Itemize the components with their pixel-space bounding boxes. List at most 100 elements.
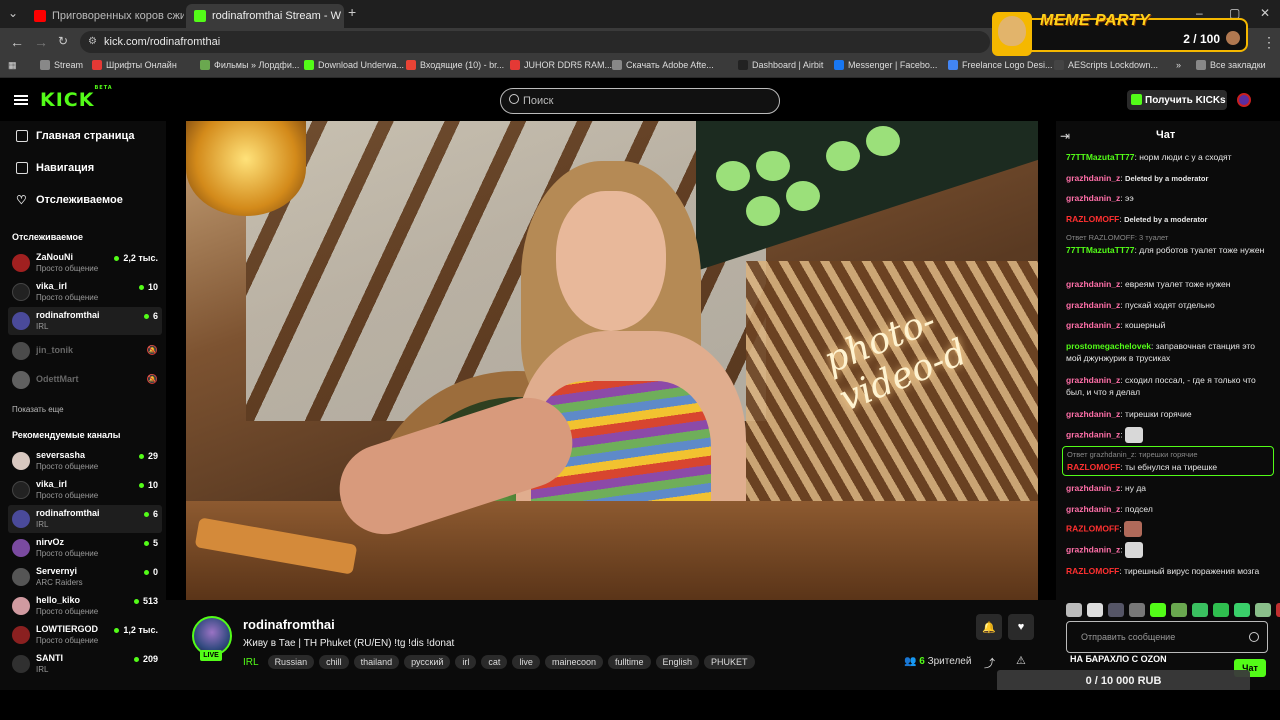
channel-category: Просто общение: [36, 607, 99, 616]
bookmark-8[interactable]: Dashboard | Airbit: [738, 60, 823, 70]
tag-chip[interactable]: chill: [319, 655, 349, 669]
site-info-icon[interactable]: ⚙: [88, 36, 97, 47]
folder-icon: [1196, 60, 1206, 70]
chat-username[interactable]: 77TTMazutaTT77: [1066, 245, 1135, 255]
chat-username[interactable]: grazhdanin_z: [1066, 173, 1120, 183]
emote-icon[interactable]: [1129, 603, 1145, 617]
chat-username[interactable]: grazhdanin_z: [1066, 375, 1120, 385]
emote-icon[interactable]: [1276, 603, 1280, 617]
bookmark-favicon: [612, 60, 622, 70]
emote-icon[interactable]: [1066, 603, 1082, 617]
tag-chip[interactable]: русский: [404, 655, 451, 669]
sidebar-rec-hello-kiko[interactable]: hello_kiko Просто общение 513: [8, 592, 162, 620]
emote-icon[interactable]: [1255, 603, 1271, 617]
sidebar-rec-rodinafromthai[interactable]: rodinafromthai IRL 6: [8, 505, 162, 533]
chat-username[interactable]: grazhdanin_z: [1066, 409, 1120, 419]
tag-chip[interactable]: cat: [481, 655, 508, 669]
chat-username[interactable]: grazhdanin_z: [1066, 504, 1120, 514]
forward-icon[interactable]: →: [34, 34, 48, 50]
video-player[interactable]: photo-video-d: [186, 121, 1038, 600]
kick-logo[interactable]: KICKBETA: [40, 85, 113, 111]
sidebar-rec-seversasha[interactable]: seversasha Просто общение 29: [8, 447, 162, 475]
search-input[interactable]: Поиск: [500, 88, 780, 114]
browser-tab-1[interactable]: Приговоренных коров сжига ✕: [26, 4, 184, 28]
sidebar-rec-lowtiergod[interactable]: LOWTIERGOD Просто общение 1,2 тыс.: [8, 621, 162, 649]
sidebar-rec-servernyi[interactable]: Servernyi ARC Raiders 0: [8, 563, 162, 591]
tag-chip[interactable]: thailand: [353, 655, 400, 669]
tag-chip[interactable]: English: [655, 655, 700, 669]
bookmark-7[interactable]: Скачать Adobe Afte...: [612, 60, 714, 70]
bookmark-1[interactable]: Stream: [40, 60, 83, 70]
close-window-button[interactable]: ✕: [1260, 6, 1270, 20]
browser-menu-icon[interactable]: ⋮: [1262, 34, 1276, 51]
new-tab-button[interactable]: +: [348, 4, 356, 20]
get-kicks-button[interactable]: Получить KICKs: [1127, 90, 1227, 110]
all-bookmarks[interactable]: Все закладки: [1196, 60, 1266, 70]
chat-username[interactable]: prostomegachelovek: [1066, 341, 1151, 351]
chat-username[interactable]: grazhdanin_z: [1066, 483, 1120, 493]
stream-category-link[interactable]: IRL: [243, 657, 259, 668]
back-icon[interactable]: ←: [10, 34, 24, 50]
collapse-chat-icon[interactable]: ⇥: [1060, 129, 1070, 143]
address-bar[interactable]: ⚙ kick.com/rodinafromthai: [80, 31, 990, 53]
user-avatar[interactable]: [1237, 93, 1251, 107]
emote-icon[interactable]: [1192, 603, 1208, 617]
tag-chip[interactable]: live: [512, 655, 540, 669]
chat-username[interactable]: grazhdanin_z: [1066, 279, 1120, 289]
apps-icon[interactable]: ▦: [8, 60, 17, 71]
bookmark-3[interactable]: Фильмы » Лордфи...: [200, 60, 299, 70]
bookmark-5[interactable]: Входящие (10) - br...: [406, 60, 504, 70]
sidebar-rec-nirvoz[interactable]: nirvOz Просто общение 5: [8, 534, 162, 562]
chat-username[interactable]: grazhdanin_z: [1066, 193, 1120, 203]
tag-chip[interactable]: mainecoon: [544, 655, 603, 669]
report-icon[interactable]: ⚠: [1016, 654, 1026, 667]
sidebar-nav-browse[interactable]: Навигация: [16, 162, 94, 174]
streamer-name[interactable]: rodinafromthai: [243, 617, 335, 632]
sidebar-rec-santi[interactable]: SANTI IRL 209: [8, 650, 162, 678]
chat-username[interactable]: RAZLOMOFF: [1066, 214, 1119, 224]
chat-username[interactable]: 77TTMazutaTT77: [1066, 152, 1135, 162]
share-icon[interactable]: ⤴: [984, 655, 995, 671]
chat-username[interactable]: RAZLOMOFF: [1066, 566, 1119, 576]
emoji-picker-icon[interactable]: [1249, 632, 1259, 642]
sidebar-rec-vika-irl[interactable]: vika_irl Просто общение 10: [8, 476, 162, 504]
emote-icon[interactable]: [1171, 603, 1187, 617]
sidebar-channel-jin-tonik[interactable]: jin_tonik 🔕: [8, 337, 162, 365]
emote-icon[interactable]: [1213, 603, 1229, 617]
sidebar-channel-rodinafromthai[interactable]: rodinafromthai IRL 6: [8, 307, 162, 335]
bookmark-10[interactable]: Freelance Logo Desi...: [948, 60, 1053, 70]
tag-chip[interactable]: irl: [455, 655, 477, 669]
chat-username[interactable]: RAZLOMOFF: [1067, 462, 1120, 472]
sidebar-channel-odettmart[interactable]: OdettMart 🔕: [8, 366, 162, 394]
tag-chip[interactable]: Russian: [267, 655, 315, 669]
emote-icon[interactable]: [1150, 603, 1166, 617]
browser-tab-2[interactable]: rodinafromthai Stream - W 🔊 ✕: [186, 4, 344, 28]
chat-message-input[interactable]: Отправить сообщение: [1066, 621, 1268, 653]
tag-chip[interactable]: PHUKET: [704, 655, 755, 669]
menu-icon[interactable]: [14, 95, 28, 105]
tab-search-icon[interactable]: ⌄: [8, 6, 18, 20]
follow-button[interactable]: ♥: [1008, 614, 1034, 640]
bookmark-2[interactable]: Шрифты Онлайн: [92, 60, 177, 70]
bookmark-9[interactable]: Messenger | Facebo...: [834, 60, 937, 70]
sidebar-channel-vika-irl[interactable]: vika_irl Просто общение 10: [8, 278, 162, 306]
emote-icon[interactable]: [1108, 603, 1124, 617]
bookmark-4[interactable]: Download Underwa...: [304, 60, 404, 70]
notification-bell-button[interactable]: 🔔: [976, 614, 1002, 640]
chat-username[interactable]: RAZLOMOFF: [1066, 523, 1119, 533]
chat-username[interactable]: grazhdanin_z: [1066, 429, 1120, 439]
bookmark-11[interactable]: AEScripts Lockdown...: [1054, 60, 1158, 70]
chat-username[interactable]: grazhdanin_z: [1066, 544, 1120, 554]
more-bookmarks-icon[interactable]: »: [1176, 60, 1181, 70]
sidebar-nav-following[interactable]: ♡ Отслеживаемое: [16, 194, 123, 206]
chat-username[interactable]: grazhdanin_z: [1066, 300, 1120, 310]
reload-icon[interactable]: ↻: [58, 34, 68, 48]
emote-icon[interactable]: [1234, 603, 1250, 617]
emote-icon[interactable]: [1087, 603, 1103, 617]
show-more-link[interactable]: Показать еще: [12, 405, 64, 414]
tag-chip[interactable]: fulltime: [607, 655, 651, 669]
sidebar-channel-zanouni[interactable]: ZaNouNi Просто общение 2,2 тыс.: [8, 249, 162, 277]
chat-username[interactable]: grazhdanin_z: [1066, 320, 1120, 330]
bookmark-6[interactable]: JUHOR DDR5 RAM...: [510, 60, 612, 70]
sidebar-nav-home[interactable]: Главная страница: [16, 130, 135, 142]
